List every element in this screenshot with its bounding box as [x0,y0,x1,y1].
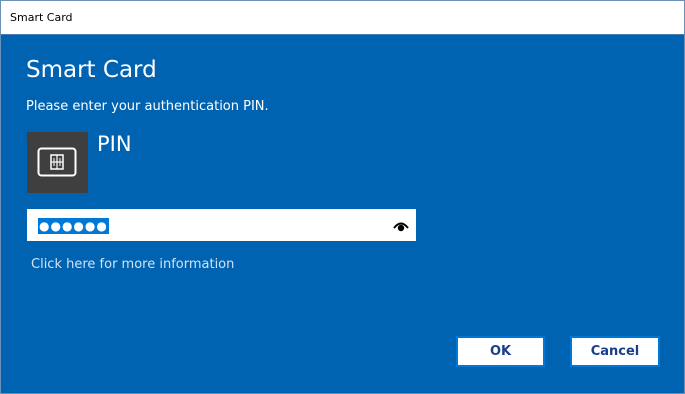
window-title: Smart Card [10,11,73,24]
smart-card-icon [37,147,77,177]
reveal-password-button[interactable] [393,218,409,232]
ok-button[interactable]: OK [456,336,545,367]
dialog-subtitle: Please enter your authentication PIN. [26,99,269,114]
smart-card-dialog: Smart Card Smart Card Please enter your … [0,0,685,394]
pin-input[interactable]: ●●●●●● [27,209,416,241]
more-info-link[interactable]: Click here for more information [31,257,234,272]
credential-label: PIN [97,132,132,156]
cancel-button[interactable]: Cancel [570,336,660,367]
eye-icon [393,222,409,232]
credential-tile [27,132,88,193]
pin-value: ●●●●●● [38,218,109,234]
title-bar[interactable]: Smart Card [1,1,684,35]
dialog-content: Smart Card Please enter your authenticat… [1,35,684,393]
dialog-heading: Smart Card [26,57,157,83]
